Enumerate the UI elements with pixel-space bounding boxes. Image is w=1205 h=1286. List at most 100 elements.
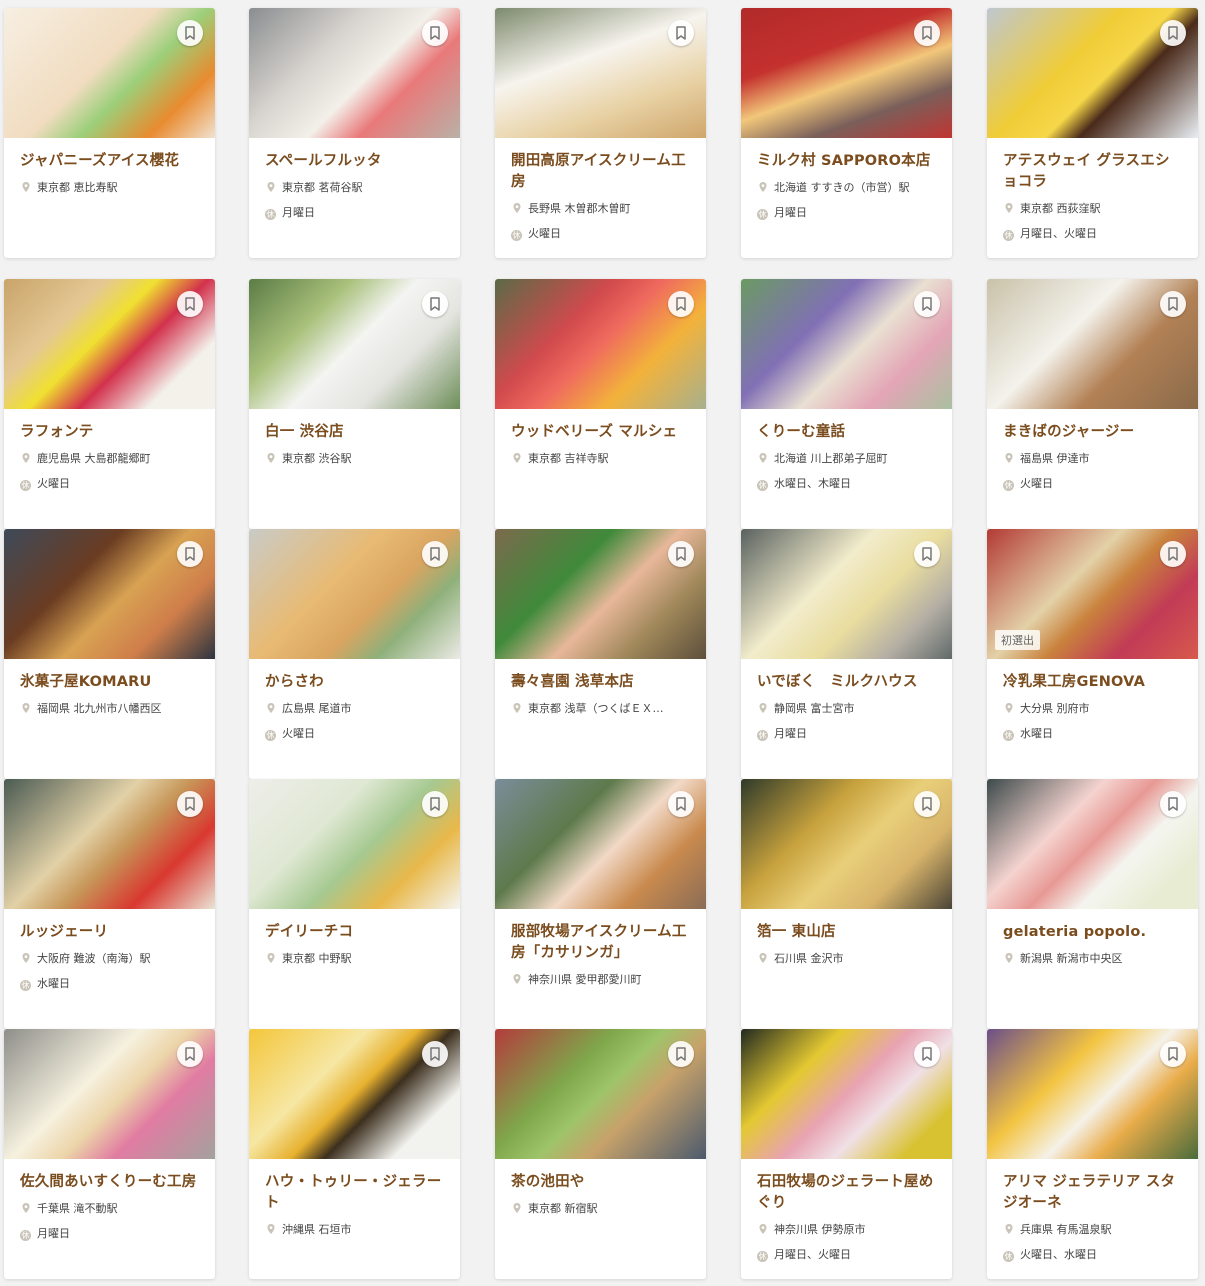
shop-card[interactable]: まきばのジャージー 福島県 伊達市 休火曜日	[987, 279, 1198, 529]
bookmark-button[interactable]	[668, 1041, 694, 1067]
shop-photo[interactable]	[4, 529, 215, 659]
shop-card[interactable]: 茶の池田や 東京都 新宿駅	[495, 1029, 706, 1279]
shop-name[interactable]: 氷菓子屋KOMARU	[20, 672, 201, 693]
shop-name[interactable]: 壽々喜園 浅草本店	[511, 672, 692, 693]
shop-name[interactable]: 佐久間あいすくりーむ工房	[20, 1172, 201, 1193]
shop-photo[interactable]	[741, 8, 952, 138]
shop-name[interactable]: 白一 渋谷店	[265, 422, 446, 443]
bookmark-button[interactable]	[422, 20, 448, 46]
shop-photo[interactable]	[987, 1029, 1198, 1159]
shop-photo[interactable]: 初選出	[987, 529, 1198, 659]
shop-name[interactable]: 冷乳果工房GENOVA	[1003, 672, 1184, 693]
bookmark-button[interactable]	[1160, 541, 1186, 567]
shop-card[interactable]: ハウ・トゥリー・ジェラート 沖縄県 石垣市	[249, 1029, 460, 1279]
shop-name[interactable]: いでぼく ミルクハウス	[757, 672, 938, 693]
shop-card[interactable]: 初選出 冷乳果工房GENOVA 大分県 別府市 休水曜日	[987, 529, 1198, 779]
shop-name[interactable]: 石田牧場のジェラート屋めぐり	[757, 1172, 938, 1214]
shop-card[interactable]: 氷菓子屋KOMARU 福岡県 北九州市八幡西区	[4, 529, 215, 779]
shop-name[interactable]: ミルク村 SAPPORO本店	[757, 151, 938, 172]
shop-photo[interactable]	[741, 1029, 952, 1159]
shop-photo[interactable]	[4, 8, 215, 138]
bookmark-button[interactable]	[177, 20, 203, 46]
shop-name[interactable]: アリマ ジェラテリア スタジオーネ	[1003, 1172, 1184, 1214]
shop-card[interactable]: ラフォンテ 鹿児島県 大島郡龍郷町 休火曜日	[4, 279, 215, 529]
bookmark-button[interactable]	[422, 1041, 448, 1067]
bookmark-button[interactable]	[422, 791, 448, 817]
shop-photo[interactable]	[4, 1029, 215, 1159]
bookmark-button[interactable]	[668, 20, 694, 46]
bookmark-button[interactable]	[1160, 1041, 1186, 1067]
shop-name[interactable]: くりーむ童話	[757, 422, 938, 443]
shop-photo[interactable]	[249, 279, 460, 409]
shop-photo[interactable]	[495, 8, 706, 138]
shop-name[interactable]: ウッドベリーズ マルシェ	[511, 422, 692, 443]
shop-card[interactable]: 服部牧場アイスクリーム工房「カサリンガ」 神奈川県 愛甲郡愛川町	[495, 779, 706, 1029]
shop-photo[interactable]	[987, 779, 1198, 909]
shop-card[interactable]: からさわ 広島県 尾道市 休火曜日	[249, 529, 460, 779]
shop-name[interactable]: まきばのジャージー	[1003, 422, 1184, 443]
shop-photo[interactable]	[741, 779, 952, 909]
shop-name[interactable]: アテスウェイ グラスエショコラ	[1003, 151, 1184, 193]
shop-photo[interactable]	[741, 279, 952, 409]
shop-name[interactable]: 箔一 東山店	[757, 922, 938, 943]
shop-card[interactable]: 石田牧場のジェラート屋めぐり 神奈川県 伊勢原市 休月曜日、火曜日	[741, 1029, 952, 1279]
shop-name[interactable]: gelateria popolo.	[1003, 922, 1184, 943]
shop-name[interactable]: 開田高原アイスクリーム工房	[511, 151, 692, 193]
shop-name[interactable]: ラフォンテ	[20, 422, 201, 443]
shop-card[interactable]: アテスウェイ グラスエショコラ 東京都 西荻窪駅 休月曜日、火曜日	[987, 8, 1198, 258]
shop-card[interactable]: 壽々喜園 浅草本店 東京都 浅草（つくばＥＸ…	[495, 529, 706, 779]
shop-card[interactable]: 佐久間あいすくりーむ工房 千葉県 滝不動駅 休月曜日	[4, 1029, 215, 1279]
shop-card[interactable]: デイリーチコ 東京都 中野駅	[249, 779, 460, 1029]
shop-card[interactable]: 箔一 東山店 石川県 金沢市	[741, 779, 952, 1029]
shop-card[interactable]: 開田高原アイスクリーム工房 長野県 木曽郡木曽町 休火曜日	[495, 8, 706, 258]
shop-name[interactable]: 服部牧場アイスクリーム工房「カサリンガ」	[511, 922, 692, 964]
bookmark-button[interactable]	[668, 291, 694, 317]
shop-name[interactable]: デイリーチコ	[265, 922, 446, 943]
bookmark-button[interactable]	[914, 541, 940, 567]
shop-card[interactable]: スペールフルッタ 東京都 茗荷谷駅 休月曜日	[249, 8, 460, 258]
bookmark-button[interactable]	[422, 541, 448, 567]
shop-photo[interactable]	[987, 279, 1198, 409]
shop-name[interactable]: ルッジェーリ	[20, 922, 201, 943]
shop-card[interactable]: ミルク村 SAPPORO本店 北海道 すすきの（市営）駅 休月曜日	[741, 8, 952, 258]
bookmark-button[interactable]	[1160, 20, 1186, 46]
bookmark-button[interactable]	[1160, 791, 1186, 817]
shop-photo[interactable]	[249, 779, 460, 909]
shop-card[interactable]: ジャパニーズアイス櫻花 東京都 恵比寿駅	[4, 8, 215, 258]
shop-photo[interactable]	[495, 279, 706, 409]
bookmark-button[interactable]	[914, 291, 940, 317]
shop-name[interactable]: スペールフルッタ	[265, 151, 446, 172]
shop-card[interactable]: ルッジェーリ 大阪府 難波（南海）駅 休水曜日	[4, 779, 215, 1029]
bookmark-button[interactable]	[177, 791, 203, 817]
bookmark-button[interactable]	[422, 291, 448, 317]
shop-photo[interactable]	[249, 1029, 460, 1159]
shop-card[interactable]: くりーむ童話 北海道 川上郡弟子屈町 休水曜日、木曜日	[741, 279, 952, 529]
shop-name[interactable]: ハウ・トゥリー・ジェラート	[265, 1172, 446, 1214]
shop-photo[interactable]	[987, 8, 1198, 138]
bookmark-button[interactable]	[668, 541, 694, 567]
shop-photo[interactable]	[495, 779, 706, 909]
bookmark-button[interactable]	[914, 1041, 940, 1067]
bookmark-button[interactable]	[177, 541, 203, 567]
bookmark-button[interactable]	[914, 791, 940, 817]
bookmark-button[interactable]	[177, 291, 203, 317]
shop-photo[interactable]	[249, 529, 460, 659]
shop-card[interactable]: 白一 渋谷店 東京都 渋谷駅	[249, 279, 460, 529]
bookmark-button[interactable]	[668, 791, 694, 817]
shop-card[interactable]: gelateria popolo. 新潟県 新潟市中央区	[987, 779, 1198, 1029]
bookmark-button[interactable]	[914, 20, 940, 46]
shop-photo[interactable]	[495, 1029, 706, 1159]
shop-card[interactable]: いでぼく ミルクハウス 静岡県 富士宮市 休月曜日	[741, 529, 952, 779]
shop-photo[interactable]	[495, 529, 706, 659]
shop-name[interactable]: 茶の池田や	[511, 1172, 692, 1193]
bookmark-button[interactable]	[177, 1041, 203, 1067]
bookmark-button[interactable]	[1160, 291, 1186, 317]
shop-card[interactable]: アリマ ジェラテリア スタジオーネ 兵庫県 有馬温泉駅 休火曜日、水曜日	[987, 1029, 1198, 1279]
shop-photo[interactable]	[4, 779, 215, 909]
shop-name[interactable]: からさわ	[265, 672, 446, 693]
shop-card[interactable]: ウッドベリーズ マルシェ 東京都 吉祥寺駅	[495, 279, 706, 529]
shop-photo[interactable]	[741, 529, 952, 659]
shop-photo[interactable]	[249, 8, 460, 138]
shop-photo[interactable]	[4, 279, 215, 409]
shop-name[interactable]: ジャパニーズアイス櫻花	[20, 151, 201, 172]
